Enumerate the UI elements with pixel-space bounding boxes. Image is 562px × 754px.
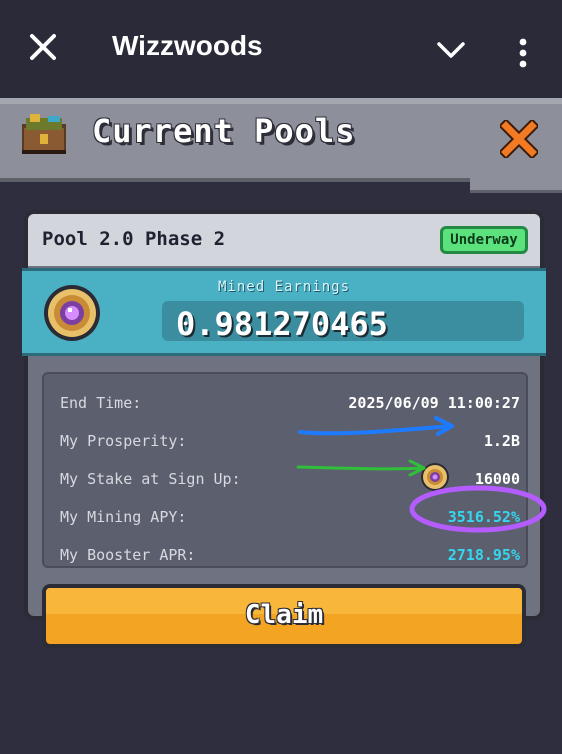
claim-button-label: Claim: [244, 600, 324, 630]
chevron-down-icon[interactable]: [436, 40, 466, 60]
treasure-chest-icon: [22, 114, 66, 154]
detail-label: My Booster APR:: [60, 546, 196, 564]
detail-row-stake: My Stake at Sign Up: 16000: [60, 463, 520, 496]
detail-row-booster-apr: My Booster APR: 2718.95%: [60, 546, 520, 572]
close-icon[interactable]: [26, 30, 60, 64]
coin-icon: [421, 463, 449, 491]
detail-row-mining-apy: My Mining APY: 3516.52%: [60, 508, 520, 534]
pool-name: Pool 2.0 Phase 2: [42, 228, 226, 250]
pool-details: End Time: 2025/06/09 11:00:27 My Prosper…: [42, 372, 528, 568]
detail-value: 16000: [474, 470, 520, 488]
app-title: Wizzwoods: [112, 30, 263, 61]
pools-header: Current Pools: [0, 98, 562, 182]
mined-earnings-label: Mined Earnings: [218, 279, 351, 295]
detail-value: 3516.52%: [447, 508, 520, 526]
more-vert-icon[interactable]: [516, 38, 530, 68]
detail-label: My Mining APY:: [60, 508, 187, 526]
page-title: Current Pools: [92, 112, 356, 150]
header-highlight: [0, 98, 562, 104]
status-badge: Underway: [440, 226, 528, 254]
detail-label: End Time:: [60, 394, 142, 412]
detail-label: My Stake at Sign Up:: [60, 470, 241, 488]
detail-value: 1.2B: [483, 432, 520, 450]
header-tab-notch: [470, 174, 562, 193]
detail-label: My Prosperity:: [60, 432, 187, 450]
detail-value: 2025/06/09 11:00:27: [348, 394, 520, 412]
app-bar: Wizzwoods: [0, 0, 562, 98]
close-x-icon[interactable]: [500, 120, 538, 158]
detail-row-end-time: End Time: 2025/06/09 11:00:27: [60, 394, 520, 420]
pool-card: Pool 2.0 Phase 2 Underway Mined Earnings…: [22, 210, 546, 620]
mined-earnings-band: Mined Earnings 0.981270465: [22, 268, 546, 356]
detail-row-prosperity: My Prosperity: 1.2B: [60, 432, 520, 458]
pool-card-header: Pool 2.0 Phase 2 Underway: [28, 214, 540, 266]
detail-value: 2718.95%: [447, 546, 520, 564]
mined-earnings-value: 0.981270465: [176, 305, 388, 343]
claim-button[interactable]: Claim: [42, 584, 526, 648]
coin-icon: [44, 285, 100, 341]
